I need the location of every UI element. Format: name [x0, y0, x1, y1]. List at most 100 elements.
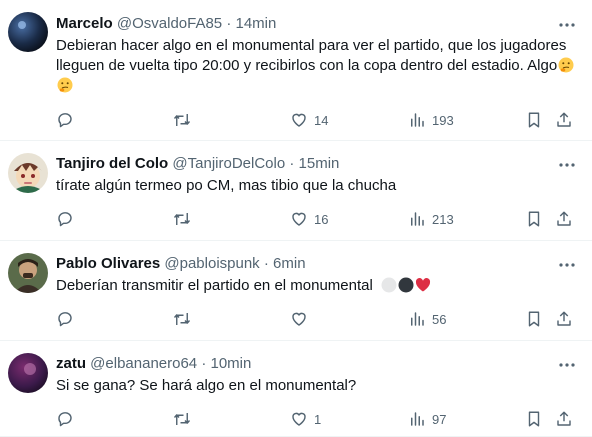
retweet-button[interactable] [173, 309, 191, 329]
reply-feed: Marcelo @OsvaldoFA85 · 14min Debieran ha… [0, 0, 592, 437]
reply-button[interactable] [56, 110, 74, 130]
avatar[interactable] [8, 353, 48, 393]
heart-icon [292, 312, 306, 326]
bookmark-icon [528, 211, 540, 227]
views-button[interactable]: 213 [408, 209, 454, 229]
action-bar: 14 193 [0, 110, 592, 130]
reply-button[interactable] [56, 209, 74, 229]
heart-icon [292, 212, 306, 226]
reply-icon [58, 312, 72, 327]
tweet-text: Deberían transmitir el partido en el mon… [56, 276, 584, 296]
retweet-icon [173, 114, 191, 126]
retweet-icon [173, 413, 191, 425]
retweet-button[interactable] [173, 409, 191, 429]
share-button[interactable] [555, 309, 573, 329]
bookmark-button[interactable] [525, 409, 543, 429]
like-button[interactable] [290, 309, 314, 329]
tweet-text-content: Deberían transmitir el partido en el mon… [56, 277, 373, 294]
views-button[interactable]: 97 [408, 409, 446, 429]
view-count: 97 [432, 411, 447, 427]
retweet-button[interactable] [173, 110, 191, 130]
more-options-icon[interactable] [558, 156, 576, 174]
white-circle-emoji-icon [381, 277, 397, 293]
bookmark-button[interactable] [525, 309, 543, 329]
display-name[interactable]: Tanjiro del Colo [56, 155, 168, 172]
action-bar: 56 [0, 309, 592, 329]
more-options-icon[interactable] [558, 356, 576, 374]
retweet-icon [173, 313, 191, 325]
tweet-text-content: Debieran hacer algo en el monumental par… [56, 37, 567, 74]
tweet-header: Tanjiro del Colo @TanjiroDelColo · 15min [56, 154, 548, 174]
reply-icon [58, 212, 72, 227]
tweet[interactable]: Pablo Olivares @pabloispunk · 6min Deber… [0, 241, 592, 341]
bookmark-icon [528, 112, 540, 128]
tweet-text: tírate algún termeo po CM, mas tibio que… [56, 176, 584, 196]
tweet[interactable]: zatu @elbananero64 · 10min Si se gana? S… [0, 341, 592, 437]
view-count: 193 [432, 112, 454, 128]
separator-dot: · [289, 155, 295, 172]
separator-dot: · [226, 15, 232, 32]
share-icon [557, 211, 571, 226]
tweet-text: Si se gana? Se hará algo en el monumenta… [56, 376, 584, 396]
heart-icon [292, 113, 306, 127]
timestamp[interactable]: 14min [236, 15, 277, 32]
display-name[interactable]: zatu [56, 355, 86, 372]
bookmark-icon [528, 411, 540, 427]
display-name[interactable]: Marcelo [56, 15, 113, 32]
more-options-icon[interactable] [558, 256, 576, 274]
tweet-text-content: tírate algún termeo po CM, mas tibio que… [56, 177, 397, 194]
user-handle[interactable]: @OsvaldoFA85 [117, 15, 222, 32]
tweet-header: Pablo Olivares @pabloispunk · 6min [56, 254, 548, 274]
like-button[interactable]: 14 [290, 110, 328, 130]
avatar[interactable] [8, 253, 48, 293]
share-button[interactable] [555, 110, 573, 130]
avatar[interactable] [8, 153, 48, 193]
tweet-text-content: Si se gana? Se hará algo en el monumenta… [56, 377, 357, 394]
like-count: 1 [314, 411, 322, 427]
reply-button[interactable] [56, 409, 74, 429]
share-button[interactable] [555, 209, 573, 229]
timestamp[interactable]: 10min [211, 355, 252, 372]
bookmark-icon [528, 311, 540, 327]
red-heart-emoji-icon [415, 278, 431, 292]
user-handle[interactable]: @pabloispunk [164, 255, 259, 272]
like-button[interactable]: 1 [290, 409, 321, 429]
heart-icon [292, 412, 306, 426]
timestamp[interactable]: 6min [273, 255, 306, 272]
views-button[interactable]: 193 [408, 110, 454, 130]
reply-icon [58, 113, 72, 128]
timestamp[interactable]: 15min [299, 155, 340, 172]
tweet[interactable]: Tanjiro del Colo @TanjiroDelColo · 15min… [0, 141, 592, 241]
view-count: 56 [432, 311, 447, 327]
retweet-icon [173, 213, 191, 225]
separator-dot: · [201, 355, 207, 372]
tweet[interactable]: Marcelo @OsvaldoFA85 · 14min Debieran ha… [0, 0, 592, 141]
user-handle[interactable]: @TanjiroDelColo [172, 155, 285, 172]
bookmark-button[interactable] [525, 209, 543, 229]
action-bar: 1 97 [0, 409, 592, 429]
views-icon [411, 212, 424, 226]
views-icon [411, 312, 424, 326]
action-bar: 16 213 [0, 209, 592, 229]
share-icon [557, 411, 571, 426]
views-button[interactable]: 56 [408, 309, 446, 329]
thinking-face-emoji-icon [558, 57, 574, 73]
avatar[interactable] [8, 12, 48, 52]
like-count: 16 [314, 211, 329, 227]
user-handle[interactable]: @elbananero64 [90, 355, 197, 372]
bookmark-button[interactable] [525, 110, 543, 130]
more-options-icon[interactable] [558, 16, 576, 34]
retweet-button[interactable] [173, 209, 191, 229]
display-name[interactable]: Pablo Olivares [56, 255, 160, 272]
tweet-header: zatu @elbananero64 · 10min [56, 354, 548, 374]
reply-icon [58, 412, 72, 427]
view-count: 213 [432, 211, 454, 227]
black-circle-emoji-icon [398, 277, 414, 293]
share-button[interactable] [555, 409, 573, 429]
thinking-face-emoji-icon [57, 77, 73, 93]
share-icon [557, 112, 571, 127]
reply-button[interactable] [56, 309, 74, 329]
separator-dot: · [263, 255, 269, 272]
like-button[interactable]: 16 [290, 209, 328, 229]
like-count: 14 [314, 112, 329, 128]
